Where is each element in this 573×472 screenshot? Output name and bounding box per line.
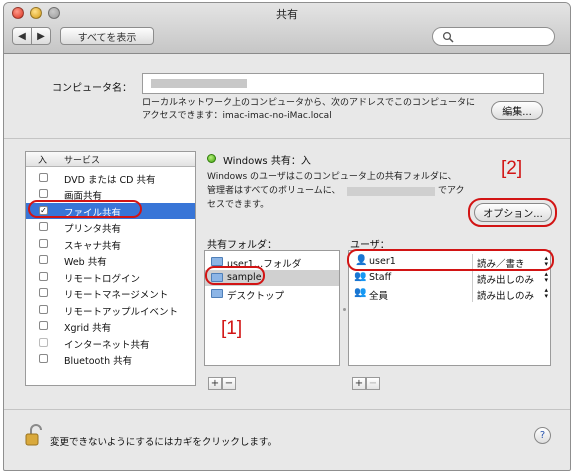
service-row-scanner[interactable]: スキャナ共有 [26,236,195,252]
status-indicator-icon [207,154,216,163]
remove-user-button[interactable]: − [366,377,380,390]
permission-select[interactable]: 読み出しのみ ▴ ▾ [472,286,551,302]
service-label: リモートログイン [64,274,141,285]
computer-name-label: コンピュータ名： [52,83,132,94]
user-name: Staff [369,272,392,283]
add-user-button[interactable]: + [352,377,366,390]
service-checkbox[interactable] [39,321,48,330]
service-label: Bluetooth 共有 [64,356,133,367]
status-title: Windows 共有：入 [223,156,311,167]
permission-value: 読み出しのみ [477,291,535,302]
service-label: インターネット共有 [64,340,150,351]
status-desc-line2a: 管理者はすべてのボリュームに、 [207,186,341,196]
splitter-handle[interactable] [343,308,346,311]
service-checkbox[interactable] [39,222,48,231]
highlight-user1 [347,249,554,271]
service-checkbox[interactable] [39,305,48,314]
computer-name-field[interactable] [142,73,544,94]
window-title: 共有 [276,8,298,21]
service-row-remote-apple-events[interactable]: リモートアップルイベント [26,302,195,318]
updown-arrows-icon: ▴ ▾ [544,270,548,284]
service-row-web[interactable]: Web 共有 [26,252,195,268]
folder-row[interactable]: デスクトップ [205,286,339,302]
group-icon: 👥 [354,271,367,282]
remove-folder-button[interactable]: − [222,377,236,390]
back-arrow-icon: ◀ [18,30,26,42]
service-label: リモートアップルイベント [64,307,179,318]
search-input[interactable] [432,27,555,46]
lock-message: 変更できないようにするにはカギをクリックします。 [50,437,277,448]
title-bar: 共有 ◀ ▶ すべてを表示 [4,3,570,54]
annotation-label-1: [1] [221,318,243,339]
shared-folders-label: 共有フォルダ： [207,240,277,251]
help-icon: ? [539,430,546,441]
help-button[interactable]: ? [534,427,551,444]
forward-arrow-icon: ▶ [37,30,45,42]
service-row-remote-management[interactable]: リモートマネージメント [26,285,195,301]
annotation-label-2: [2] [501,158,523,179]
local-address-line1: ローカルネットワーク上のコンピュータから、次のアドレスでこのコンピュータに [142,98,476,108]
divider [4,138,570,139]
forward-button[interactable]: ▶ [31,27,51,45]
back-button[interactable]: ◀ [12,27,32,45]
service-label: DVD または CD 共有 [64,175,156,186]
service-checkbox[interactable] [39,272,48,281]
bottom-divider [4,409,570,410]
folder-icon [211,289,223,298]
user-row[interactable]: 👥 Staff 読み出しのみ ▴ ▾ [349,270,550,286]
service-checkbox[interactable] [39,288,48,297]
permission-value: 読み出しのみ [477,275,535,286]
highlight-file-sharing [28,200,142,218]
service-checkbox[interactable] [39,255,48,264]
folder-label: デスクトップ [227,291,285,302]
services-list[interactable]: 入 サービス DVD または CD 共有 画面共有 ✓ ファイル共有 プリンタ共有… [25,151,196,386]
service-checkbox[interactable] [39,338,48,347]
service-row-printer[interactable]: プリンタ共有 [26,219,195,235]
edit-button[interactable]: 編集... [491,101,543,120]
service-row-xgrid[interactable]: Xgrid 共有 [26,318,195,334]
service-label: スキャナ共有 [64,241,122,252]
header-on: 入 [38,156,48,166]
service-row-internet[interactable]: インターネット共有 [26,335,195,351]
status-desc-line3: セスできます。 [207,200,270,210]
header-service: サービス [64,156,101,166]
lock-icon[interactable] [24,423,46,447]
service-row-dvd[interactable]: DVD または CD 共有 [26,170,195,186]
service-label: リモートマネージメント [64,290,169,301]
service-label: Web 共有 [64,257,107,268]
local-address-line2: アクセスできます：imac-imac-no-iMac.local [142,111,332,121]
service-label: Xgrid 共有 [64,323,112,334]
user-row[interactable]: 👥 全員 読み出しのみ ▴ ▾ [349,286,550,302]
services-header: 入 サービス [26,152,195,167]
highlight-options [468,198,557,227]
add-folder-button[interactable]: + [208,377,222,390]
service-row-remote-login[interactable]: リモートログイン [26,269,195,285]
redacted-address [347,187,435,196]
status-desc-line1: Windows のユーザはこのコンピュータ上の共有フォルダに、 [207,172,457,182]
permission-select[interactable]: 読み出しのみ ▴ ▾ [472,270,551,286]
search-icon [442,31,454,43]
service-checkbox[interactable] [39,173,48,182]
service-label: プリンタ共有 [64,224,122,235]
updown-arrows-icon: ▴ ▾ [544,286,548,300]
highlight-sample-folder [205,266,265,285]
service-checkbox[interactable] [39,239,48,248]
user-name: 全員 [369,291,389,302]
redacted-computer-name [151,79,247,88]
everyone-icon: 👥 [354,287,367,298]
status-desc-line2b: でアク [438,186,465,196]
service-row-bluetooth[interactable]: Bluetooth 共有 [26,351,195,367]
show-all-button[interactable]: すべてを表示 [60,27,154,45]
sharing-window: 共有 ◀ ▶ すべてを表示 コンピュータ名： ローカルネットワーク上のコンピュー… [3,2,571,471]
folder-icon [211,257,223,266]
service-checkbox[interactable] [39,189,48,198]
service-checkbox[interactable] [39,354,48,363]
